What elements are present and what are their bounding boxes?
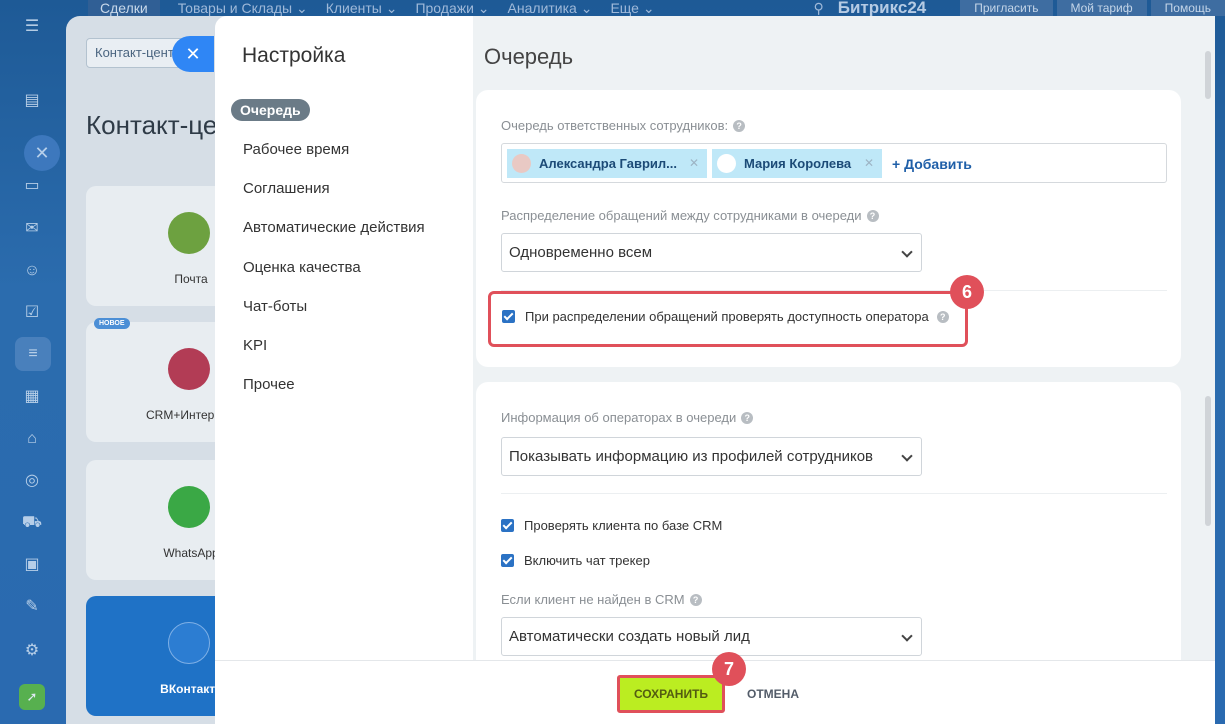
nav-more[interactable]: Еще ⌄: [610, 0, 654, 17]
scrollbar[interactable]: [1205, 396, 1211, 526]
close-icon[interactable]: ✕: [24, 135, 60, 171]
nav-goods[interactable]: Товары и Склады ⌄: [178, 0, 308, 17]
document-icon[interactable]: ▤: [21, 90, 43, 112]
menu-icon[interactable]: ☰: [21, 16, 43, 38]
channel-card-vk: ВКонтакте: [86, 596, 236, 716]
warehouse-icon[interactable]: ⌂: [21, 428, 43, 450]
nav-deals[interactable]: Сделки: [88, 0, 160, 16]
settings-slider: Настройка Очередь Рабочее время Соглашен…: [215, 16, 1215, 724]
not-found-select[interactable]: Автоматически создать новый лид: [501, 617, 922, 656]
highlight-availability: При распределении обращений проверять до…: [488, 291, 968, 347]
mail-icon: [168, 212, 210, 254]
channel-card-mail: Почта: [86, 186, 236, 306]
gear-icon[interactable]: ⚙: [21, 640, 43, 662]
user-name: Александра Гаврил...: [539, 156, 677, 171]
help-icon[interactable]: ?: [936, 311, 949, 323]
queue-label: Очередь ответственных сотрудников:?: [501, 118, 746, 133]
shop-icon: [168, 348, 210, 390]
remove-icon[interactable]: ✕: [864, 149, 874, 178]
drive-icon[interactable]: ▭: [21, 175, 43, 197]
distribution-select[interactable]: Одновременно всем: [501, 233, 922, 272]
queue-users-field[interactable]: Александра Гаврил... ✕ Мария Королева ✕ …: [501, 143, 1167, 183]
funnel-icon[interactable]: ≡: [15, 337, 51, 371]
checkbox[interactable]: [502, 310, 515, 323]
sidebar-item-auto-actions[interactable]: Автоматические действия: [243, 219, 425, 236]
checkbox[interactable]: [501, 554, 514, 567]
sidebar-item-agreements[interactable]: Соглашения: [243, 180, 330, 197]
user-chip: Мария Королева ✕: [712, 149, 882, 178]
sidebar-title: Настройка: [242, 44, 346, 67]
channel-label: ВКонтакте: [160, 682, 222, 696]
slider-close-button[interactable]: ✕: [172, 36, 214, 72]
step-badge: 7: [712, 652, 746, 686]
whatsapp-icon: [168, 486, 210, 528]
sidebar-item-queue[interactable]: Очередь: [231, 99, 310, 121]
new-badge: НОВОЕ: [94, 318, 130, 329]
divider: [501, 493, 1167, 494]
avatar: [512, 154, 531, 173]
chat-tracker-row[interactable]: Включить чат трекер: [501, 553, 650, 568]
card-icon[interactable]: ▣: [21, 554, 43, 576]
calendar-icon[interactable]: ▦: [21, 386, 43, 408]
channel-label: Почта: [174, 272, 208, 286]
help-button[interactable]: Помощь: [1150, 0, 1225, 16]
check-crm-row[interactable]: Проверять клиента по базе CRM: [501, 518, 722, 533]
add-user-button[interactable]: + Добавить: [892, 144, 972, 184]
mail-icon[interactable]: ✉: [21, 218, 43, 240]
sidebar-item-other[interactable]: Прочее: [243, 376, 295, 393]
rocket-icon[interactable]: ➚: [19, 684, 45, 710]
vk-icon: [168, 622, 210, 664]
step-badge: 6: [950, 275, 984, 309]
tariff-button[interactable]: Мой тариф: [1056, 0, 1147, 16]
chevron-down-icon: [901, 630, 913, 642]
cancel-button[interactable]: ОТМЕНА: [747, 675, 799, 713]
invite-button[interactable]: Пригласить: [960, 0, 1053, 16]
not-found-label: Если клиент не найден в CRM?: [501, 592, 702, 607]
save-button[interactable]: СОХРАНИТЬ: [617, 675, 725, 713]
operator-card: Информация об операторах в очереди? Пока…: [476, 382, 1181, 682]
sidebar-item-chatbots[interactable]: Чат-боты: [243, 298, 307, 315]
chevron-down-icon: [901, 246, 913, 258]
left-menu: ☰ ▤ ▭ ✉ ☺ ☑ ≡ ▦ ⌂ ◎ ⛟ ▣ ✎ ⚙ ➚: [0, 0, 64, 724]
operator-info-label: Информация об операторах в очереди?: [501, 410, 754, 425]
tasks-icon[interactable]: ☑: [21, 302, 43, 324]
distribution-label: Распределение обращений между сотрудника…: [501, 208, 879, 223]
nav-clients[interactable]: Клиенты ⌄: [326, 0, 398, 17]
channel-card-whatsapp: WhatsApp: [86, 460, 236, 580]
channel-label: CRM+Интернет-магазин: [146, 408, 236, 422]
user-name: Мария Королева: [744, 156, 852, 171]
nav-sales[interactable]: Продажи ⌄: [415, 0, 489, 17]
help-icon[interactable]: ?: [733, 120, 746, 132]
help-icon[interactable]: ?: [866, 210, 879, 222]
sign-icon[interactable]: ✎: [21, 596, 43, 618]
check-availability-row[interactable]: При распределении обращений проверять до…: [502, 309, 949, 324]
sidebar-item-worktime[interactable]: Рабочее время: [243, 141, 349, 158]
sidebar-item-quality[interactable]: Оценка качества: [243, 259, 361, 276]
user-chip: Александра Гаврил... ✕: [507, 149, 707, 178]
avatar: [717, 154, 736, 173]
contacts-icon[interactable]: ☺: [21, 260, 43, 282]
cart-icon[interactable]: ⛟: [21, 512, 43, 534]
target-icon[interactable]: ◎: [21, 470, 43, 492]
section-title: Очередь: [484, 44, 574, 69]
remove-icon[interactable]: ✕: [689, 149, 699, 178]
channel-card-shop: CRM+Интернет-магазин: [86, 322, 236, 442]
sidebar-item-kpi[interactable]: KPI: [243, 337, 267, 354]
search-icon[interactable]: ⚲: [814, 0, 824, 17]
operator-info-select[interactable]: Показывать информацию из профилей сотруд…: [501, 437, 922, 476]
settings-sidebar: Настройка Очередь Рабочее время Соглашен…: [215, 16, 473, 724]
channel-label: WhatsApp: [163, 546, 219, 560]
help-icon[interactable]: ?: [689, 594, 702, 606]
top-nav: Сделки Товары и Склады ⌄ Клиенты ⌄ Прода…: [88, 0, 1225, 17]
help-icon[interactable]: ?: [741, 412, 754, 424]
scrollbar-top[interactable]: [1205, 51, 1211, 99]
checkbox[interactable]: [501, 519, 514, 532]
chevron-down-icon: [901, 450, 913, 462]
nav-analytics[interactable]: Аналитика ⌄: [508, 0, 593, 17]
